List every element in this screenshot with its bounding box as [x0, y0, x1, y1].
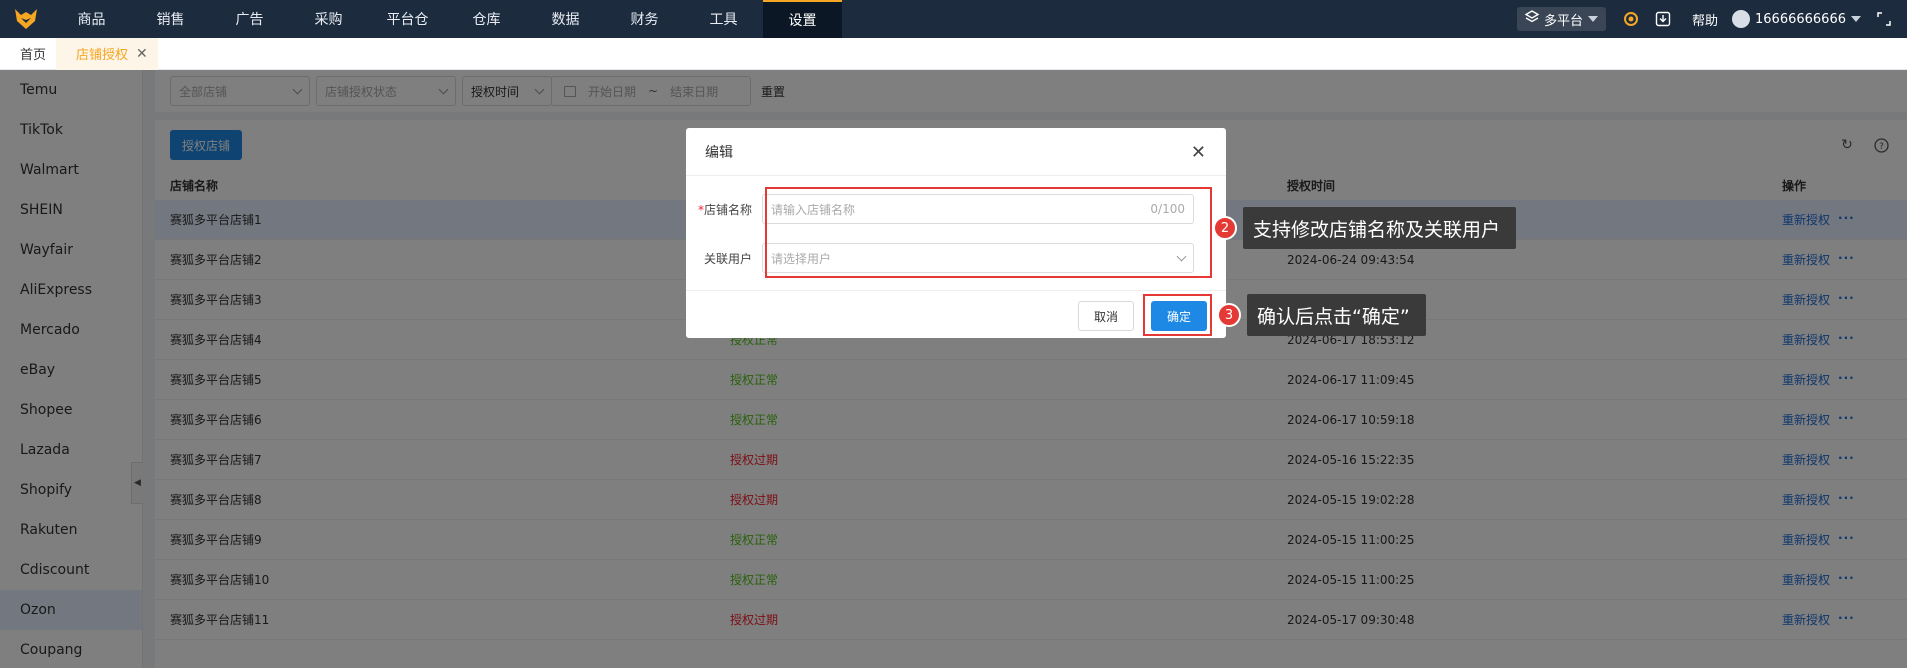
user-menu[interactable]: 16666666666 — [1732, 10, 1861, 28]
nav-item[interactable]: 设置 — [763, 0, 842, 38]
download-icon[interactable] — [1654, 10, 1672, 28]
nav-item[interactable]: 仓库 — [447, 0, 526, 38]
callout-text: 确认后点击“确定” — [1247, 294, 1426, 336]
fullscreen-icon[interactable] — [1875, 10, 1893, 28]
platform-selector[interactable]: 多平台 — [1516, 7, 1606, 31]
nav-item[interactable]: 财务 — [605, 0, 684, 38]
top-navigation-bar: 商品 销售 广告 采购 平台仓 仓库 数据 财务 工具 设置 多平台 帮助 16666666666 — [0, 0, 1907, 38]
callout-step-3: 3 确认后点击“确定” — [1217, 294, 1426, 336]
main-menu: 商品 销售 广告 采购 平台仓 仓库 数据 财务 工具 设置 — [52, 0, 842, 38]
nav-item[interactable]: 数据 — [526, 0, 605, 38]
top-right-tools: 多平台 帮助 16666666666 — [1516, 0, 1907, 38]
callout-step-2: 2 支持修改店铺名称及关联用户 — [1213, 207, 1517, 249]
dialog-title: 编辑 — [705, 144, 733, 161]
step-number: 3 — [1217, 303, 1241, 327]
tab-home[interactable]: 首页 — [0, 38, 56, 70]
user-phone: 16666666666 — [1755, 11, 1846, 27]
layers-icon — [1524, 10, 1540, 28]
nav-item[interactable]: 平台仓 — [368, 0, 447, 38]
annotation-frame-confirm — [1143, 294, 1212, 336]
platform-label: 多平台 — [1543, 13, 1583, 29]
nav-item[interactable]: 销售 — [131, 0, 210, 38]
user-label: 关联用户 — [703, 251, 752, 266]
caret-down-icon — [1588, 16, 1598, 22]
avatar — [1732, 10, 1751, 28]
nav-item[interactable]: 广告 — [210, 0, 289, 38]
cancel-button[interactable]: 取消 — [1078, 301, 1134, 331]
notification-icon[interactable] — [1622, 10, 1640, 28]
nav-item[interactable]: 工具 — [684, 0, 763, 38]
nav-item[interactable]: 商品 — [52, 0, 131, 38]
help-link[interactable]: 帮助 — [1692, 10, 1718, 29]
step-number: 2 — [1213, 216, 1237, 240]
nav-item[interactable]: 采购 — [289, 0, 368, 38]
page-tab-strip: 首页 店铺授权 ✕ — [0, 37, 1907, 70]
caret-down-icon — [1851, 16, 1861, 22]
annotation-frame-fields — [765, 187, 1212, 278]
fox-logo-icon[interactable] — [0, 0, 52, 38]
dialog-header: 编辑 ✕ — [686, 128, 1226, 176]
close-icon[interactable]: ✕ — [1191, 142, 1206, 163]
tab-label: 店铺授权 — [76, 48, 129, 63]
shop-name-label: *店铺名称 — [697, 202, 752, 217]
tab-shop-authorization[interactable]: 店铺授权 ✕ — [56, 37, 158, 70]
callout-text: 支持修改店铺名称及关联用户 — [1243, 207, 1517, 249]
tab-label: 首页 — [20, 48, 47, 63]
close-icon[interactable]: ✕ — [136, 46, 148, 62]
